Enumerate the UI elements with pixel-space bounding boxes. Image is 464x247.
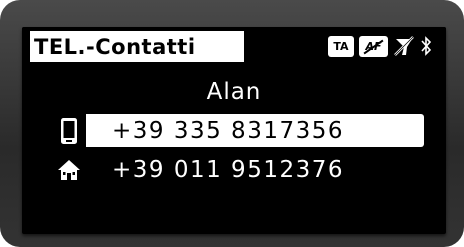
mobile-phone-icon (52, 114, 86, 147)
header-bar: TEL.-Contatti TA AF (22, 27, 446, 65)
bluetooth-icon (420, 35, 432, 57)
phone-number-row[interactable]: +39 011 9512376 (52, 153, 424, 186)
contact-name: Alan (206, 79, 262, 105)
display-bezel: TEL.-Contatti TA AF Alan +39 335 8317356… (0, 0, 464, 247)
no-signal-icon (393, 35, 415, 57)
title-box: TEL.-Contatti (30, 31, 244, 62)
af-badge: AF (359, 35, 388, 57)
home-icon (52, 153, 86, 186)
phone-number: +39 011 9512376 (112, 156, 344, 183)
status-icons: TA AF (328, 34, 432, 58)
phone-number: +39 335 8317356 (112, 117, 344, 144)
ta-badge: TA (328, 35, 354, 57)
display-screen: TEL.-Contatti TA AF Alan +39 335 8317356… (22, 27, 446, 234)
phone-number-row[interactable]: +39 335 8317356 (52, 114, 424, 147)
page-title: TEL.-Contatti (34, 34, 196, 59)
